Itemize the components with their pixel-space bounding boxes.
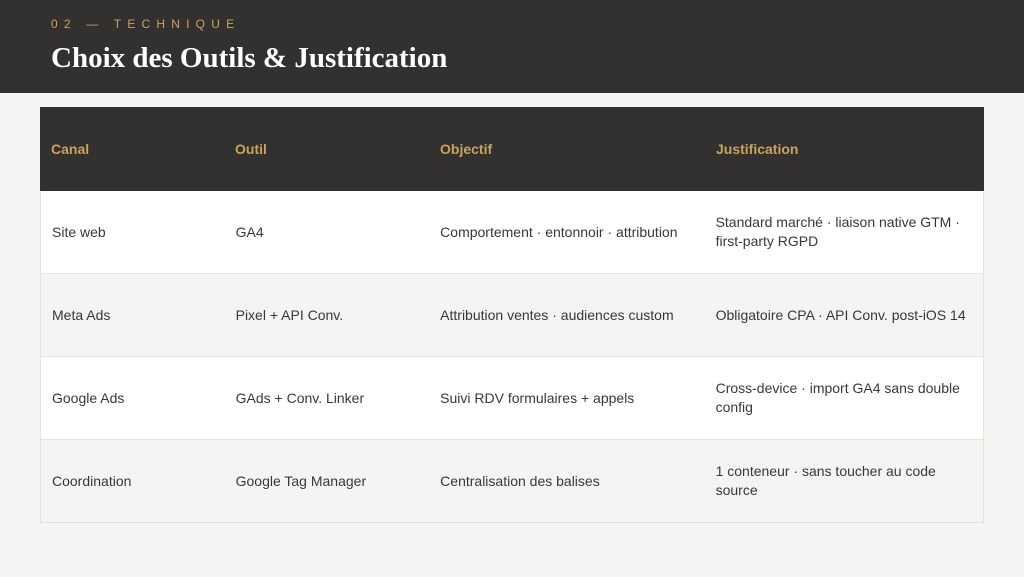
slide-header: 02 — TECHNIQUE Choix des Outils & Justif…	[0, 0, 1024, 93]
cell-canal: Meta Ads	[52, 306, 111, 323]
table-row: Meta Ads Pixel + API Conv. Attribution v…	[40, 274, 984, 357]
table-header-row: Canal Outil Objectif Justification	[40, 107, 984, 191]
section-eyebrow: 02 — TECHNIQUE	[51, 17, 241, 31]
cell-justification: 1 conteneur · sans toucher au code sourc…	[715, 463, 936, 498]
column-header-canal: Canal	[51, 140, 90, 157]
cell-justification: Cross-device · import GA4 sans double co…	[715, 380, 960, 415]
column-header-justification: Justification	[716, 140, 799, 157]
cell-outil: Google Tag Manager	[235, 472, 367, 489]
cell-objectif: Comportement · entonnoir · attribution	[440, 223, 678, 240]
column-header-outil: Outil	[235, 140, 267, 157]
table-row: Coordination Google Tag Manager Centrali…	[40, 440, 984, 523]
slide-title: Choix des Outils & Justification	[51, 42, 448, 74]
cell-objectif: Suivi RDV formulaires + appels	[440, 389, 635, 406]
cell-objectif: Attribution ventes · audiences custom	[440, 306, 674, 323]
cell-justification: Standard marché · liaison native GTM · f…	[715, 214, 960, 249]
cell-outil: GA4	[235, 223, 264, 240]
cell-canal: Google Ads	[52, 389, 125, 406]
tools-table: Canal Outil Objectif Justification Site …	[40, 107, 984, 523]
column-header-objectif: Objectif	[440, 140, 493, 157]
cell-outil: Pixel + API Conv.	[235, 306, 344, 323]
cell-canal: Site web	[52, 223, 106, 240]
cell-outil: GAds + Conv. Linker	[235, 389, 365, 406]
cell-objectif: Centralisation des balises	[440, 472, 600, 489]
table-row: Site web GA4 Comportement · entonnoir · …	[40, 191, 984, 274]
table-row: Google Ads GAds + Conv. Linker Suivi RDV…	[40, 357, 984, 440]
cell-justification: Obligatoire CPA · API Conv. post-iOS 14	[715, 306, 966, 323]
cell-canal: Coordination	[52, 472, 132, 489]
